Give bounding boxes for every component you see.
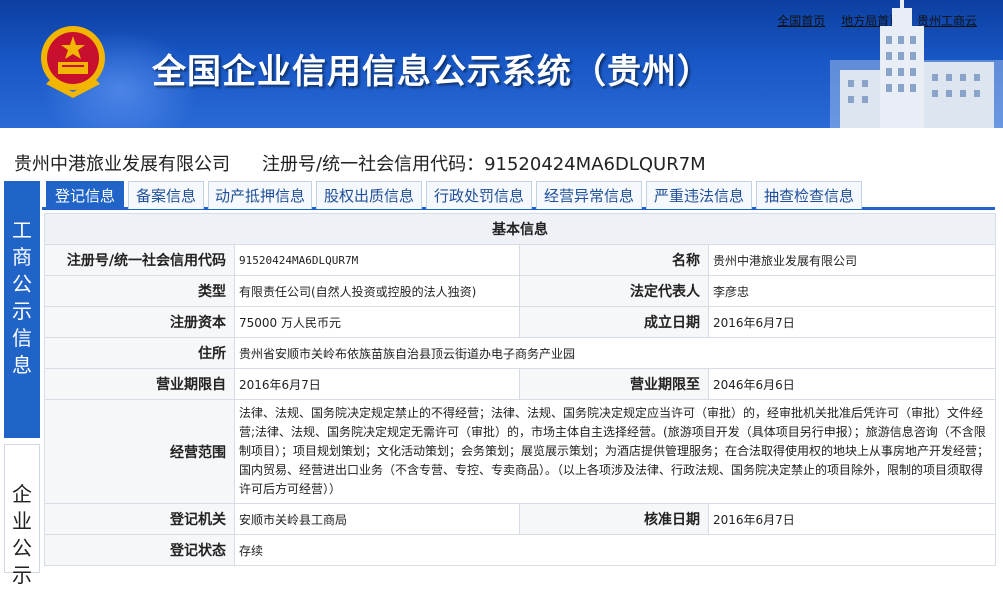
type-label: 类型 [44,275,235,307]
basic-info-table: 基本信息 注册号/统一社会信用代码 91520424MA6DLQUR7M 名称 … [44,213,996,566]
tab-filing[interactable]: 备案信息 [128,181,204,209]
capital-value: 75000 万人民币元 [234,306,520,338]
tab-chattel-mortgage[interactable]: 动产抵押信息 [208,181,312,209]
side-tab-char: 公 [12,536,32,560]
term-from-value: 2016年6月7日 [234,368,520,400]
tab-abnormal-operation[interactable]: 经营异常信息 [536,181,642,209]
link-national-home[interactable]: 全国首页 [777,14,825,28]
side-tab-char: 息 [12,353,32,377]
side-tab-char: 信 [12,326,32,350]
established-label: 成立日期 [519,306,709,338]
side-tab-qiye-info[interactable]: 企 业 公 示 [4,444,40,587]
type-value: 有限责任公司(自然人投资或控股的法人独资) [234,275,520,307]
regno-label: 注册号/统一社会信用代码 [44,244,235,276]
name-value: 贵州中港旅业发展有限公司 [708,244,996,276]
side-tab-char: 工 [12,218,32,242]
national-emblem-icon [41,26,105,98]
company-name: 贵州中港旅业发展有限公司 [14,154,230,175]
scope-label: 经营范围 [44,399,235,504]
side-tab-char: 公 [12,272,32,296]
address-label: 住所 [44,337,235,369]
legal-rep-label: 法定代表人 [519,275,709,307]
capital-label: 注册资本 [44,306,235,338]
side-tab-char: 业 [12,509,32,533]
term-to-value: 2046年6月6日 [708,368,996,400]
tab-registration[interactable]: 登记信息 [46,181,124,209]
authority-value: 安顺市关岭县工商局 [234,503,520,535]
tab-spot-check[interactable]: 抽查检查信息 [756,181,862,209]
term-from-label: 营业期限自 [44,368,235,400]
info-tabs: 登记信息 备案信息 动产抵押信息 股权出质信息 行政处罚信息 经营异常信息 严重… [42,180,995,210]
company-regno: 注册号/统一社会信用代码：91520424MA6DLQUR7M [262,154,706,175]
status-label: 登记状态 [44,534,235,566]
building-illustration-icon [830,0,1003,128]
side-tab-char: 商 [12,245,32,269]
site-title: 全国企业信用信息公示系统（贵州） [152,52,712,92]
authority-label: 登记机关 [44,503,235,535]
site-header: 全国企业信用信息公示系统（贵州） 全国首页 地方局首页 贵州工商云 [0,0,1003,128]
side-tab-char: 示 [12,563,32,587]
scope-value: 法律、法规、国务院决定规定禁止的不得经营；法律、法规、国务院决定规定应当许可（审… [234,399,996,504]
approval-date-value: 2016年6月7日 [708,503,996,535]
address-value: 贵州省安顺市关岭布依族苗族自治县顶云街道办电子商务产业园 [234,337,996,369]
section-title: 基本信息 [44,213,996,245]
term-to-label: 营业期限至 [519,368,709,400]
tab-admin-penalty[interactable]: 行政处罚信息 [426,181,532,209]
approval-date-label: 核准日期 [519,503,709,535]
side-tab-char: 示 [12,299,32,323]
side-tab-gongshang-info[interactable]: 工 商 公 示 信 息 [4,181,40,438]
regno-value: 91520424MA6DLQUR7M [234,244,520,276]
name-label: 名称 [519,244,709,276]
tab-equity-pledge[interactable]: 股权出质信息 [316,181,422,209]
status-value: 存续 [234,534,996,566]
legal-rep-value: 李彦忠 [708,275,996,307]
tab-serious-violation[interactable]: 严重违法信息 [646,181,752,209]
side-tab-char: 企 [12,482,32,506]
established-value: 2016年6月7日 [708,306,996,338]
